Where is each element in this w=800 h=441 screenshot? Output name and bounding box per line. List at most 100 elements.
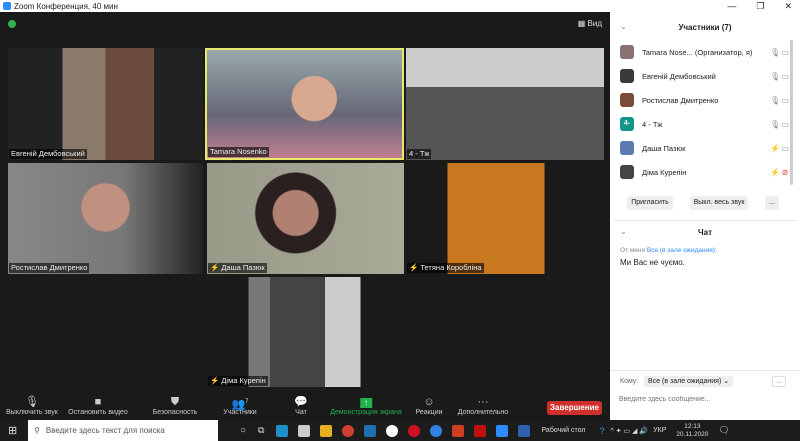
- shield-icon: ⛊: [170, 396, 180, 408]
- participant-row[interactable]: Діма Курепін ⚡ ⊘: [620, 164, 790, 180]
- avatar: 4-: [620, 117, 634, 131]
- mic-muted-icon[interactable]: ⚡: [770, 168, 780, 177]
- participants-more-button[interactable]: ...: [765, 196, 779, 210]
- video-tile[interactable]: Евгеній Дембовський: [8, 48, 203, 160]
- participants-label: Участники: [223, 409, 257, 416]
- camera-on-icon[interactable]: ▭: [780, 120, 790, 129]
- cortana-icon[interactable]: ○: [240, 425, 246, 436]
- taskbar-search[interactable]: ⚲ Введите здесь текст для поиска: [28, 420, 218, 441]
- participant-name: Евгеній Дембовський: [642, 71, 716, 81]
- reactions-button[interactable]: ☺ Реакции: [415, 395, 442, 416]
- end-meeting-button[interactable]: Завершение: [547, 401, 602, 415]
- share-screen-button[interactable]: ↑ Демонстрация экрана: [330, 395, 402, 416]
- participant-name: Діма Курепін: [642, 167, 687, 177]
- chat-recipient[interactable]: Все (в зале ожидания):: [647, 247, 717, 254]
- restore-icon[interactable]: ❐: [756, 1, 764, 12]
- powerpoint-icon[interactable]: [452, 424, 465, 437]
- mail-icon[interactable]: [364, 424, 377, 437]
- clock-time: 12:13: [684, 422, 701, 430]
- mute-button[interactable]: 🎙 Выключить звук: [6, 395, 58, 416]
- desktop-toolbar-label[interactable]: Рабочий стол: [541, 427, 585, 434]
- video-tile-active-speaker[interactable]: Tamara Nosenko: [205, 48, 404, 160]
- window-title: Zoom Конференция, 40 мин: [14, 1, 118, 11]
- meeting-toolbar: 🎙 Выключить звук ■ Остановить видео ⛊ Безоп…: [0, 393, 610, 421]
- minimize-icon[interactable]: —: [727, 1, 736, 12]
- hp-icon[interactable]: [386, 424, 399, 437]
- close-icon[interactable]: ✕: [784, 1, 792, 12]
- participants-button[interactable]: 👥7 Участники: [223, 395, 256, 416]
- windows-start-icon[interactable]: ⊞: [8, 424, 17, 437]
- tile-name: Tamara Nosenko: [210, 147, 267, 156]
- view-button[interactable]: ▦ Вид: [578, 19, 602, 28]
- windows-taskbar: ⊞ ⚲ Введите здесь текст для поиска ○ ⧉ Ра…: [0, 420, 800, 441]
- ellipsis-icon: ···: [477, 396, 489, 408]
- tile-name: Діма Курепін: [221, 376, 266, 385]
- chrome-icon[interactable]: [342, 424, 355, 437]
- search-icon: ⚲: [34, 426, 40, 435]
- video-tile[interactable]: ⚡ Даша Пазюк: [207, 163, 404, 274]
- mute-label: Выключить звук: [6, 409, 58, 416]
- camera-off-icon[interactable]: ⊘: [780, 168, 790, 177]
- mic-on-icon[interactable]: 🎙: [770, 72, 780, 81]
- mic-muted-icon[interactable]: ⚡: [770, 144, 780, 153]
- taskbar-search-placeholder: Введите здесь текст для поиска: [45, 426, 165, 435]
- more-button[interactable]: ··· Дополнительно: [458, 395, 508, 416]
- participants-scrollbar[interactable]: [790, 40, 793, 185]
- stop-video-button[interactable]: ■ Остановить видео: [68, 395, 128, 416]
- participant-name: 4 - Тж: [642, 119, 663, 129]
- edge-icon[interactable]: [276, 424, 289, 437]
- tray-icons[interactable]: ^ ✦ ▭ ◢ 🔊: [610, 427, 648, 435]
- chat-button[interactable]: 💬 Чат: [294, 395, 308, 416]
- task-view-icon[interactable]: ⧉: [258, 425, 264, 436]
- participant-name: Даша Пазюк: [642, 143, 686, 153]
- participant-row[interactable]: 4- 4 - Тж 🎙 ▭: [620, 116, 790, 132]
- mic-on-icon[interactable]: 🎙: [770, 96, 780, 105]
- camera-on-icon[interactable]: ▭: [780, 96, 790, 105]
- zoom-taskbar-icon[interactable]: [496, 424, 509, 437]
- participant-row[interactable]: Tamara Nose... (Организатор, я) 🎙 ▭: [620, 44, 790, 60]
- help-icon[interactable]: ?: [599, 426, 604, 436]
- chat-message-input[interactable]: [619, 393, 789, 405]
- cloud-icon[interactable]: [430, 424, 443, 437]
- chat-label: Чат: [295, 409, 307, 416]
- opera-icon[interactable]: [408, 424, 421, 437]
- mic-on-icon[interactable]: 🎙: [770, 120, 780, 129]
- notifications-icon[interactable]: 🗨: [718, 425, 729, 436]
- title-bar: Zoom Конференция, 40 мин: [0, 0, 610, 12]
- camera-on-icon[interactable]: ▭: [780, 72, 790, 81]
- tile-name: Ростислав Дмитренко: [11, 263, 88, 272]
- video-tile[interactable]: 4 - Тж: [406, 48, 604, 160]
- smiley-icon: ☺: [423, 396, 435, 408]
- camera-on-icon[interactable]: ▭: [780, 144, 790, 153]
- file-explorer-icon[interactable]: [320, 424, 333, 437]
- tile-name: 4 - Тж: [409, 149, 430, 158]
- encryption-shield-icon[interactable]: [8, 20, 16, 28]
- participant-row[interactable]: Евгеній Дембовський 🎙 ▭: [620, 68, 790, 84]
- chat-more-button[interactable]: ...: [772, 376, 786, 387]
- to-label: Кому:: [620, 378, 639, 385]
- acrobat-icon[interactable]: [474, 424, 487, 437]
- invite-button[interactable]: Пригласить: [627, 196, 673, 210]
- video-tile[interactable]: ⚡ Тетяна Коробліна: [406, 163, 604, 274]
- clock[interactable]: 12:13 20.11.2020: [676, 423, 708, 439]
- avatar: [620, 141, 634, 155]
- mute-all-button[interactable]: Выкл. весь звук: [690, 196, 748, 210]
- language-indicator[interactable]: УКР: [653, 427, 666, 434]
- divider: [614, 220, 796, 221]
- participant-row[interactable]: Даша Пазюк ⚡ ▭: [620, 140, 790, 156]
- participant-row[interactable]: Ростислав Дмитренко 🎙 ▭: [620, 92, 790, 108]
- mic-on-icon[interactable]: 🎙: [770, 48, 780, 57]
- video-tile[interactable]: Ростислав Дмитренко: [8, 163, 203, 274]
- word-icon[interactable]: [518, 424, 531, 437]
- chat-message: Ми Вас не чуємо.: [620, 258, 685, 267]
- divider: [610, 370, 800, 371]
- recipient-dropdown[interactable]: Все (в зале ожидания) ⌄: [644, 376, 734, 387]
- camera-on-icon[interactable]: ▭: [780, 48, 790, 57]
- muted-mic-icon: ⚡: [210, 376, 220, 385]
- security-button[interactable]: ⛊ Безопасность: [153, 395, 198, 416]
- store-icon[interactable]: [298, 424, 311, 437]
- zoom-logo-icon: [3, 2, 11, 10]
- video-tile[interactable]: ⚡ Діма Курепін: [207, 277, 404, 387]
- more-label: Дополнительно: [457, 409, 509, 416]
- chat-meta: От меня Все (в зале ожидания):: [620, 247, 717, 254]
